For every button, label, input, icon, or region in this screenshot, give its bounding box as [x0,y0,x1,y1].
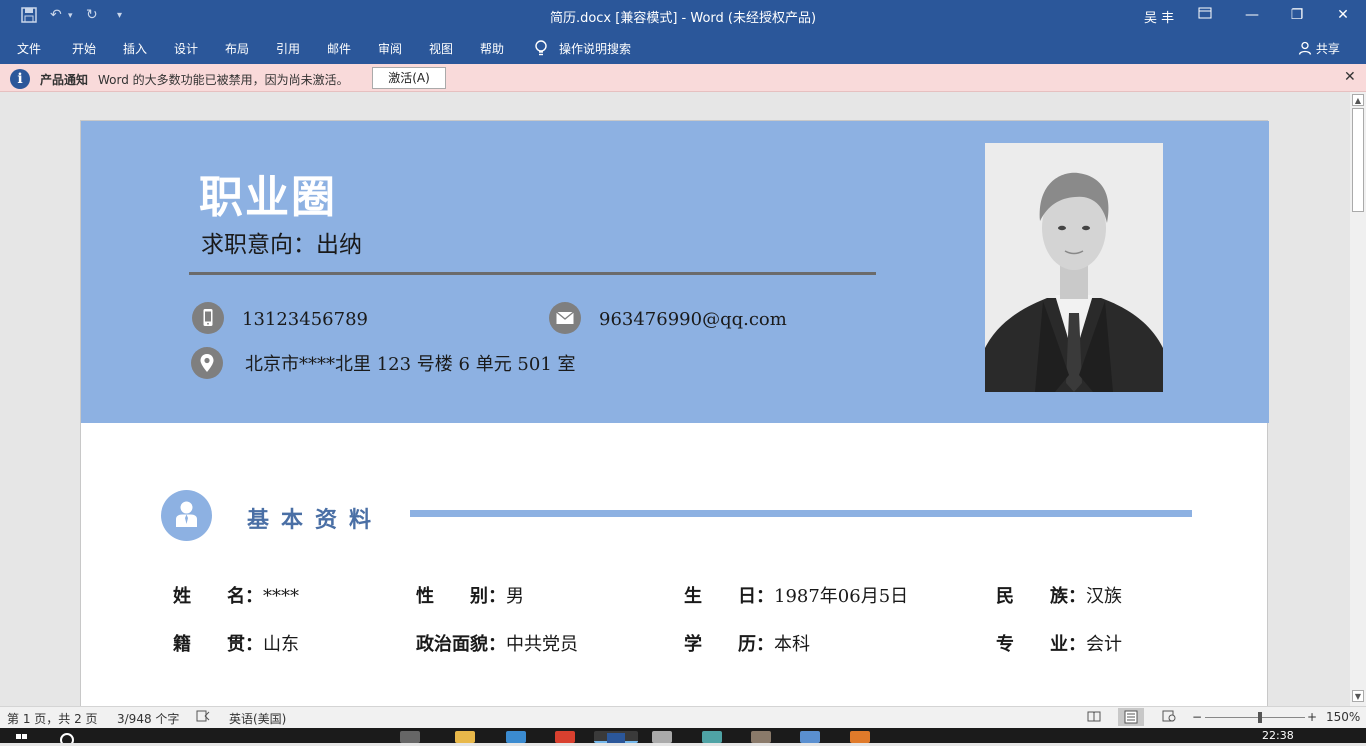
field-label: 政治面貌： [416,634,506,655]
notification-message: Word 的大多数功能已被禁用，因为尚未激活。 [98,73,349,87]
zoom-in-icon[interactable]: + [1307,710,1317,724]
activate-button[interactable]: 激活(A) [372,67,446,89]
user-name[interactable]: 吴 丰 [1144,7,1174,26]
tab-mailings[interactable]: 邮件 [327,40,351,57]
document-canvas[interactable]: 职业圈 求职意向：出纳 13123456789 963476990@qq.com… [0,92,1350,706]
field-education: 学 历：本科 [684,630,810,656]
read-mode-icon[interactable] [1087,710,1101,725]
tab-review[interactable]: 审阅 [378,40,402,57]
zoom-level[interactable]: 150% [1326,710,1360,724]
field-value: 会计 [1086,634,1122,655]
tab-file[interactable]: 文件 [17,40,41,57]
zoom-slider-thumb[interactable] [1258,712,1262,723]
windows-taskbar: 22:38 [0,728,1366,746]
field-birthday: 生 日：1987年06月5日 [684,582,908,608]
word-taskbar-icon[interactable] [594,731,638,743]
scroll-down-icon[interactable]: ▼ [1352,690,1364,702]
restore-icon[interactable]: ❐ [1285,4,1309,26]
envelope-icon [549,302,581,334]
field-value: 1987年06月5日 [774,586,909,607]
notification-title: 产品通知 [40,73,89,87]
location-pin-icon [191,347,223,379]
home-address: 北京市****北里 123 号楼 6 单元 501 室 [245,354,576,375]
scrollbar-thumb[interactable] [1352,108,1364,212]
tab-home[interactable]: 开始 [72,40,96,57]
field-label: 性 别： [416,586,506,607]
resume-header: 职业圈 求职意向：出纳 13123456789 963476990@qq.com… [81,121,1269,423]
page-count[interactable]: 第 1 页，共 2 页 [7,710,98,727]
browser-icon[interactable] [506,731,526,743]
resume-name: 职业圈 [199,172,337,223]
info-icon: i [10,69,30,89]
lightbulb-icon[interactable] [534,39,548,57]
field-label: 籍 贯： [173,634,263,655]
field-ethnicity: 民 族：汉族 [996,582,1122,608]
tab-view[interactable]: 视图 [429,40,453,57]
file-explorer-icon[interactable] [455,731,475,743]
zoom-slider[interactable] [1205,717,1305,718]
close-icon[interactable]: ✕ [1331,4,1355,26]
job-objective: 求职意向：出纳 [201,232,362,258]
field-value: 山东 [263,634,299,655]
field-label: 生 日： [684,586,774,607]
share-label: 共享 [1315,42,1340,56]
task-view-icon[interactable] [400,731,420,743]
field-political-status: 政治面貌：中共党员 [416,630,578,656]
profile-photo [985,143,1163,392]
app-icon[interactable] [702,731,722,743]
person-icon [1298,41,1312,58]
close-icon[interactable]: ✕ [1344,69,1356,85]
app-icon[interactable] [800,731,820,743]
app-icon[interactable] [850,731,870,743]
web-layout-icon[interactable] [1162,710,1176,725]
field-major: 专 业：会计 [996,630,1122,656]
share-button[interactable]: 共享 [1298,40,1340,58]
tab-help[interactable]: 帮助 [480,40,504,57]
scroll-up-icon[interactable]: ▲ [1352,94,1364,106]
header-divider [189,272,876,275]
field-name: 姓 名：**** [173,582,299,608]
status-bar: 第 1 页，共 2 页 3/948 个字 英语(美国) − + 150% [0,706,1366,728]
language-indicator[interactable]: 英语(美国) [229,710,286,727]
app-icon[interactable] [751,731,771,743]
minimize-icon[interactable]: — [1240,4,1264,26]
print-layout-icon[interactable] [1118,708,1144,726]
phone-number: 13123456789 [242,309,368,330]
word-count[interactable]: 3/948 个字 [117,710,179,727]
tab-design[interactable]: 设计 [174,40,198,57]
proofing-icon[interactable] [196,710,210,725]
zoom-out-icon[interactable]: − [1192,710,1202,724]
ribbon-display-options-icon[interactable] [1193,4,1217,26]
app-icon[interactable] [555,731,575,743]
app-icon[interactable] [652,731,672,743]
windows-start-icon[interactable] [14,731,30,743]
search-icon[interactable] [56,731,78,746]
field-label: 学 历： [684,634,774,655]
tab-insert[interactable]: 插入 [123,40,147,57]
tell-me-search[interactable]: 操作说明搜索 [559,40,631,57]
email-address: 963476990@qq.com [599,309,787,330]
field-value: 汉族 [1086,586,1122,607]
field-label: 民 族： [996,586,1086,607]
vertical-scrollbar[interactable]: ▲ ▼ [1350,92,1366,706]
ribbon-tabs: 文件 开始 插入 设计 布局 引用 邮件 审阅 视图 帮助 操作说明搜索 共享 [0,32,1366,64]
field-label: 姓 名： [173,586,263,607]
tab-references[interactable]: 引用 [276,40,300,57]
field-value: 本科 [774,634,810,655]
notification-bar: i 产品通知 Word 的大多数功能已被禁用，因为尚未激活。 激活(A) ✕ [0,64,1366,92]
clock[interactable]: 22:38 [1262,729,1294,742]
user-profile-icon [161,490,212,541]
section-divider [410,510,1192,517]
phone-icon [192,302,224,334]
field-value: 中共党员 [506,634,578,655]
field-label: 专 业： [996,634,1086,655]
tab-layout[interactable]: 布局 [225,40,249,57]
field-value: 男 [506,586,524,607]
title-bar: ↶ ▾ ↻ ▾ 简历.docx [兼容模式] - Word (未经授权产品) 吴… [0,0,1366,32]
field-native-place: 籍 贯：山东 [173,630,299,656]
section-title-basic-info: 基本资料 [247,507,384,533]
document-page[interactable]: 职业圈 求职意向：出纳 13123456789 963476990@qq.com… [80,120,1269,706]
field-value: **** [263,586,299,607]
field-gender: 性 别：男 [416,582,524,608]
